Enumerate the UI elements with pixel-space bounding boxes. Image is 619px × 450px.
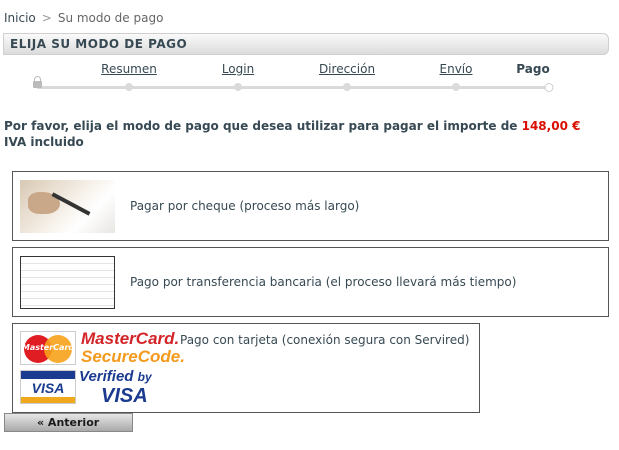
step-envio: Envío (440, 62, 473, 76)
payment-option-label: Pago por transferencia bancaria (el proc… (130, 275, 517, 289)
visa-logo: VISA (20, 370, 76, 404)
breadcrumb-home-link[interactable]: Inicio (4, 11, 36, 25)
step-resumen: Resumen (101, 62, 157, 76)
step-resumen-link[interactable]: Resumen (101, 62, 157, 76)
breadcrumb: Inicio > Su modo de pago (4, 11, 163, 25)
payment-intro: Por favor, elija el modo de pago que des… (4, 118, 604, 150)
breadcrumb-separator: > (41, 11, 52, 25)
intro-text: Por favor, elija el modo de pago que des… (4, 119, 518, 133)
verified-by-visa-logo: Verified by VISA (79, 368, 152, 407)
steps-track (37, 86, 549, 89)
step-dot-current (544, 83, 554, 92)
mastercard-logo: MasterCard (20, 331, 76, 365)
checkout-steps: Resumen Login Dirección Envío Pago (30, 62, 560, 92)
step-envio-link[interactable]: Envío (440, 62, 473, 76)
step-login: Login (222, 62, 254, 76)
step-dot (234, 83, 242, 91)
bank-transfer-image (20, 256, 115, 309)
step-login-link[interactable]: Login (222, 62, 254, 76)
payment-option-cheque[interactable]: Pagar por cheque (proceso más largo) (12, 171, 609, 241)
step-pago: Pago (516, 62, 550, 76)
breadcrumb-current: Su modo de pago (57, 11, 164, 25)
step-dot (125, 83, 133, 91)
step-direccion-link[interactable]: Dirección (319, 62, 375, 76)
page-title: ELIJA SU MODO DE PAGO (10, 37, 188, 51)
cheque-image (20, 180, 115, 233)
payment-option-label: Pago con tarjeta (conexión segura con Se… (180, 333, 470, 347)
previous-button[interactable]: « Anterior (4, 413, 133, 432)
payment-option-label: Pagar por cheque (proceso más largo) (130, 199, 360, 213)
step-direccion: Dirección (319, 62, 375, 76)
lock-icon (33, 76, 42, 88)
order-amount: 148,00 € (521, 119, 581, 133)
step-dot (343, 83, 351, 91)
payment-option-card[interactable]: MasterCard MasterCard. SecureCode. VISA V… (12, 323, 480, 413)
intro-suffix: IVA incluido (4, 135, 84, 149)
mastercard-securecode-logo: MasterCard. SecureCode. (81, 329, 185, 366)
page-title-bar: ELIJA SU MODO DE PAGO (3, 33, 609, 55)
step-dot (452, 83, 460, 91)
payment-option-transfer[interactable]: Pago por transferencia bancaria (el proc… (12, 247, 609, 317)
